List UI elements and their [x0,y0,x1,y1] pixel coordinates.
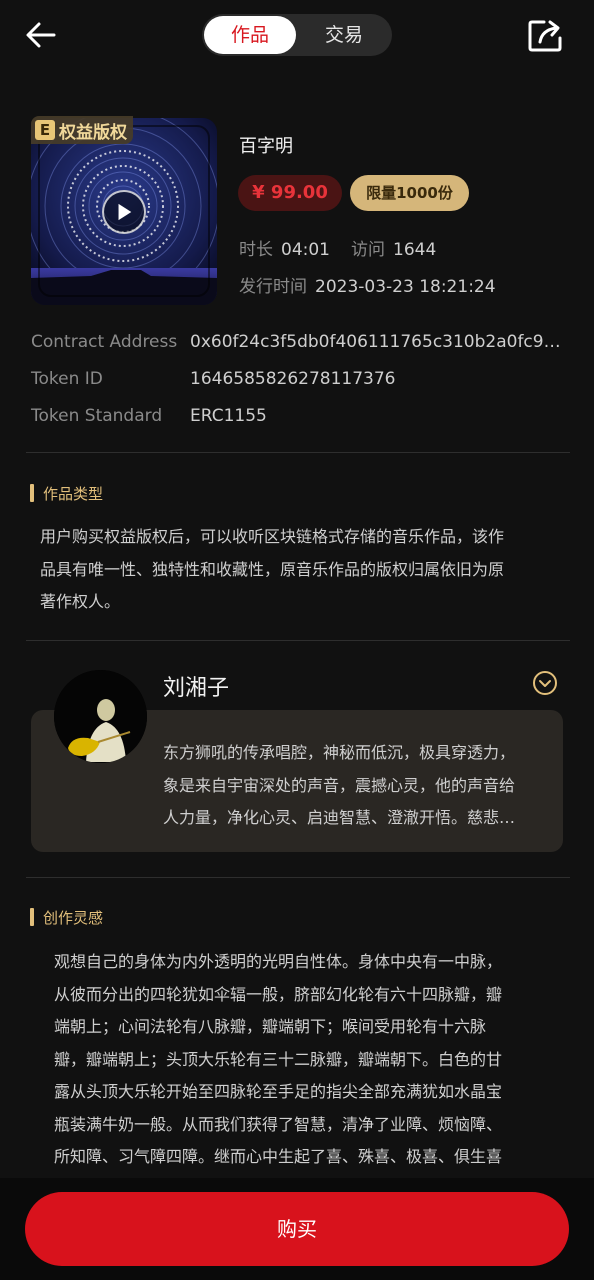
release-label: 发行时间 [239,277,307,297]
tab-trade[interactable]: 交易 [298,16,390,54]
back-arrow-icon[interactable] [24,20,58,50]
work-type-title: 作品类型 [43,484,104,503]
buy-button[interactable]: 购买 [25,1192,569,1266]
work-title: 百字明 [239,136,293,157]
share-icon[interactable] [526,16,566,54]
section-marker [30,484,34,502]
price-tag: ¥ 99.00 [238,175,342,211]
duration-label: 时长 [239,240,273,260]
inspiration-line: 所知障、习气障四障。继而心中生起了喜、殊喜、极喜、俱生喜 [54,1147,503,1166]
inspiration-line: 从彼而分出的四轮犹如伞辐一般，脐部幻化轮有六十四脉瓣，瓣 [54,984,503,1004]
artist-avatar[interactable] [54,670,147,763]
release-meta: 发行时间 2023-03-23 18:21:24 [239,272,496,297]
divider [26,640,570,641]
duration-meta: 时长 04:01 [239,235,330,260]
visits-meta: 访问 1644 [351,235,436,260]
inspiration-line: 露从头顶大乐轮开始至四脉轮至手足的指尖全部充满犹如水晶宝 [54,1082,503,1101]
inspiration-line: 观想自己的身体为内外透明的光明自性体。身体中央有一中脉， [54,952,503,971]
artist-bio: 东方狮吼的传承唱腔，神秘而低沉，极具穿透力， 象是来自宇宙深处的声音，震撼心灵，… [163,737,553,835]
inspiration-text: 观想自己的身体为内外透明的光明自性体。身体中央有一中脉， 从彼而分出的四轮犹如伞… [54,946,554,1174]
divider [26,452,570,453]
divider [26,877,570,878]
work-type-header: 作品类型 [30,483,103,503]
release-value: 2023-03-23 18:21:24 [315,277,496,297]
work-type-line: 用户购买权益版权后，可以收听区块链格式存储的音乐作品，该作 [40,527,505,546]
inspiration-line: 端朝上；心间法轮有八脉瓣，瓣端朝下；喉间受用轮有十六脉 [54,1017,487,1036]
segment-control: 作品 交易 [202,14,392,56]
inspiration-header: 创作灵感 [30,907,103,927]
contract-value[interactable]: 0x60f24c3f5db0f406111765c310b2a0fc907d… [190,332,571,352]
token-standard-value: ERC1155 [190,406,267,426]
section-marker [30,908,34,926]
contract-label: Contract Address [31,332,178,352]
top-bar: 作品 交易 [0,0,594,72]
inspiration-line: 瓣，瓣端朝上；头顶大乐轮有三十二脉瓣，瓣端朝下。白色的甘 [54,1049,503,1069]
work-type-line: 著作权人。 [40,592,121,611]
visits-label: 访问 [351,240,385,260]
token-id-value: 1646585826278117376 [190,369,396,389]
chevron-down-icon[interactable] [532,670,558,696]
badge-letter: E [35,120,55,140]
token-id-label: Token ID [31,369,103,389]
rights-badge: E 权益版权 [31,116,133,144]
tab-works[interactable]: 作品 [204,16,296,54]
artist-name: 刘湘子 [163,676,230,701]
work-type-line: 品具有唯一性、独特性和收藏性，原音乐作品的版权归属依旧为原 [40,559,505,579]
avatar-image [54,670,147,763]
limit-badge: 限量1000份 [350,175,469,211]
artist-bio-line: 东方狮吼的传承唱腔，神秘而低沉，极具穿透力， [163,743,516,762]
duration-value: 04:01 [281,240,330,260]
play-icon[interactable] [102,190,146,234]
inspiration-title: 创作灵感 [43,908,104,927]
inspiration-line: 瓶装满牛奶一般。从而我们获得了智慧，清净了业障、烦恼障、 [54,1114,503,1134]
token-standard-label: Token Standard [31,406,163,426]
artist-bio-line: 人力量，净化心灵、启迪智慧、澄澈开悟。慈悲… [163,808,516,827]
visits-value: 1644 [393,240,437,260]
work-type-description: 用户购买权益版权后，可以收听区块链格式存储的音乐作品，该作 品具有唯一性、独特性… [40,521,560,619]
badge-label: 权益版权 [59,122,127,143]
artist-bio-line: 象是来自宇宙深处的声音，震撼心灵，他的声音给 [163,775,516,795]
